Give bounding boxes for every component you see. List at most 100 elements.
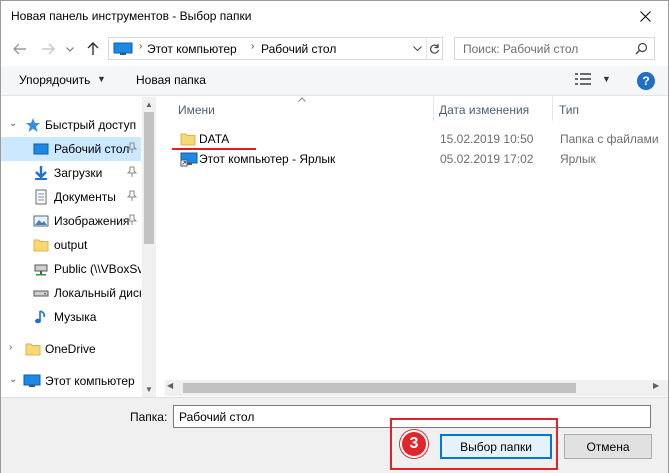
sidebar-item-quick-access[interactable]: ⌄ Быстрый доступ	[1, 113, 141, 137]
file-list-header: Имени Дата изменения Тип	[165, 97, 668, 121]
pictures-icon	[33, 213, 49, 229]
sidebar-item-output[interactable]: output	[1, 233, 141, 257]
folder-icon	[33, 237, 49, 253]
pin-icon	[126, 166, 138, 181]
search-placeholder: Поиск: Рабочий стол	[463, 42, 579, 56]
file-row-data[interactable]: DATA 15.02.2019 10:50 Папка с файлами	[172, 128, 669, 150]
drive-icon	[33, 285, 49, 301]
navigation-pane: ⌄ Быстрый доступ Рабочий стол Загрузки Д…	[1, 97, 157, 397]
sidebar-item-local-disk[interactable]: Локальный диск	[1, 281, 141, 305]
breadcrumb-separator[interactable]: ›	[139, 41, 142, 52]
folder-icon	[180, 131, 196, 147]
refresh-button[interactable]	[426, 38, 442, 59]
chevron-down-icon[interactable]: ⌄	[9, 118, 17, 129]
desktop-icon	[33, 141, 49, 157]
search-input[interactable]: Поиск: Рабочий стол	[454, 37, 655, 60]
arrow-left-icon	[13, 43, 26, 55]
file-type: Папка с файлами	[560, 132, 659, 146]
recent-locations-button[interactable]	[63, 38, 77, 60]
arrow-right-icon	[42, 43, 55, 55]
sidebar-item-onedrive[interactable]: › OneDrive	[1, 337, 141, 361]
scroll-right-arrow-icon[interactable]: ▶	[653, 381, 659, 390]
file-name: DATA	[199, 132, 230, 146]
file-name: Этот компьютер - Ярлык	[199, 152, 336, 166]
sidebar-item-downloads[interactable]: Загрузки	[1, 161, 141, 185]
sidebar-item-pictures[interactable]: Изображения	[1, 209, 141, 233]
help-button[interactable]: ?	[637, 72, 655, 90]
sidebar-item-label: Загрузки	[54, 166, 103, 180]
step-number-badge: 3	[400, 430, 428, 458]
chevron-down-icon	[412, 46, 422, 51]
sidebar-item-label: Документы	[54, 190, 116, 204]
search-icon	[635, 42, 648, 58]
folder-label: Папка:	[130, 410, 168, 424]
back-button[interactable]	[8, 38, 32, 60]
file-type: Ярлык	[560, 152, 596, 166]
documents-icon	[33, 189, 49, 205]
sidebar-item-this-pc[interactable]: ⌄ Этот компьютер	[1, 369, 141, 393]
shortcut-icon	[180, 151, 198, 167]
breadcrumb-this-pc[interactable]: Этот компьютер	[147, 42, 237, 56]
chevron-down-icon[interactable]: ▼	[97, 74, 106, 84]
up-button[interactable]	[82, 38, 104, 60]
network-drive-icon	[33, 261, 49, 277]
sidebar-item-label: output	[54, 238, 88, 252]
scroll-up-arrow-icon[interactable]: ▲	[143, 98, 155, 110]
sidebar-item-label: Локальный диск	[54, 286, 141, 300]
organize-button[interactable]: Упорядочить	[19, 73, 90, 87]
breadcrumb-desktop[interactable]: Рабочий стол	[261, 42, 336, 56]
sidebar-item-documents[interactable]: Документы	[1, 185, 141, 209]
close-icon	[639, 11, 651, 22]
column-header-type[interactable]: Тип	[559, 103, 579, 117]
address-bar[interactable]: › Этот компьютер › Рабочий стол	[108, 37, 443, 60]
chevron-down-icon[interactable]: ⌄	[9, 374, 17, 385]
select-folder-button[interactable]: Выбор папки	[440, 434, 552, 459]
folder-icon	[25, 341, 41, 357]
sidebar-item-label: Быстрый доступ	[45, 118, 137, 132]
window-title: Новая панель инструментов - Выбор папки	[11, 9, 252, 23]
file-row-shortcut[interactable]: Этот компьютер - Ярлык 05.02.2019 17:02 …	[172, 148, 669, 170]
file-date: 15.02.2019 10:50	[440, 132, 534, 146]
title-bar: Новая панель инструментов - Выбор папки	[0, 0, 669, 32]
scroll-left-arrow-icon[interactable]: ◀	[167, 381, 173, 390]
sidebar-item-music[interactable]: Музыка	[1, 305, 141, 329]
computer-icon	[23, 373, 41, 389]
star-icon	[25, 117, 41, 133]
column-divider[interactable]	[552, 97, 553, 121]
column-header-name[interactable]: Имени	[178, 103, 215, 117]
address-dropdown-button[interactable]	[408, 38, 426, 59]
sidebar-item-label: Public (\\VBoxSvr)	[54, 262, 141, 276]
chevron-down-icon	[66, 46, 74, 52]
sidebar-item-label: OneDrive	[45, 342, 96, 356]
refresh-icon	[430, 43, 440, 54]
new-folder-button[interactable]: Новая папка	[136, 73, 206, 87]
sort-ascending-icon	[298, 95, 306, 104]
cancel-button[interactable]: Отмена	[564, 434, 652, 459]
computer-icon	[113, 42, 133, 59]
sidebar-item-label: Этот компьютер	[45, 374, 135, 388]
column-header-date[interactable]: Дата изменения	[439, 103, 529, 117]
scroll-down-arrow-icon[interactable]: ▼	[143, 383, 155, 395]
download-icon	[33, 165, 49, 181]
close-button[interactable]	[622, 1, 668, 32]
file-date: 05.02.2019 17:02	[440, 152, 534, 166]
sidebar-item-label: Музыка	[54, 310, 97, 324]
pin-icon	[126, 142, 138, 157]
sidebar-item-label: Изображения	[54, 214, 130, 228]
arrow-up-icon	[87, 42, 99, 55]
sidebar-item-label: Рабочий стол	[54, 142, 130, 156]
hscroll-thumb[interactable]	[183, 383, 576, 393]
chevron-down-icon[interactable]: ▼	[602, 74, 611, 84]
music-icon	[33, 309, 49, 325]
view-options-icon[interactable]	[574, 72, 592, 89]
pin-icon	[126, 190, 138, 205]
column-divider[interactable]	[433, 97, 434, 121]
command-bar: Упорядочить ▼ Новая папка ▼ ?	[1, 66, 668, 96]
breadcrumb-separator[interactable]: ›	[251, 41, 254, 52]
pin-icon	[126, 214, 138, 229]
sidebar-item-desktop[interactable]: Рабочий стол	[1, 137, 141, 161]
forward-button[interactable]	[36, 38, 60, 60]
sidebar-item-public-share[interactable]: Public (\\VBoxSvr)	[1, 257, 141, 281]
sidebar-scroll-thumb[interactable]	[144, 112, 154, 244]
chevron-right-icon[interactable]: ›	[9, 342, 12, 353]
